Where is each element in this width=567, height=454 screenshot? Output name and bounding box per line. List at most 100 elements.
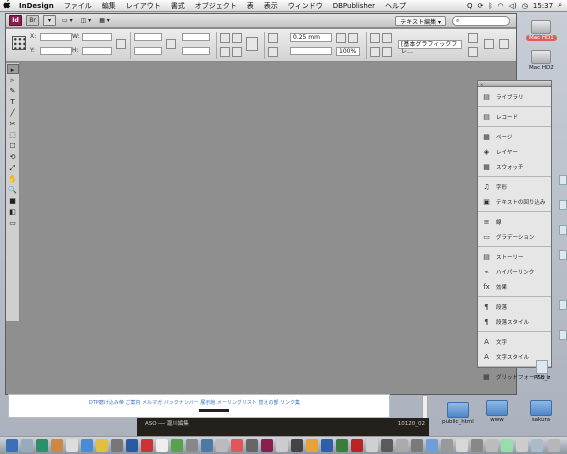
control-panel-menu-icon[interactable] — [499, 39, 509, 49]
screen-mode-tool[interactable]: ▭ — [7, 218, 19, 228]
panel-item-story[interactable]: ▤ ストーリー — [478, 249, 551, 264]
scale-y-field[interactable] — [134, 47, 162, 55]
menu-app-indesign[interactable]: InDesign — [14, 2, 59, 10]
finder-icon[interactable] — [6, 439, 18, 452]
quick-apply-icon[interactable] — [484, 39, 494, 49]
pen-tool[interactable]: ✎ — [7, 86, 19, 96]
flip-vertical-icon[interactable] — [232, 47, 242, 57]
rectangle-tool[interactable]: ☐ — [7, 141, 19, 151]
app-icon[interactable] — [51, 439, 63, 452]
app-icon[interactable] — [516, 439, 528, 452]
clear-overrides-icon[interactable] — [468, 47, 478, 57]
stroke-swatch-icon[interactable] — [268, 47, 278, 57]
panel-item-text-wrap[interactable]: ▣ テキストの回り込み — [478, 194, 551, 209]
menu-clock[interactable]: 15:37 — [533, 2, 553, 10]
stroke-weight-field[interactable]: 0.25 mm — [290, 33, 332, 42]
app-icon[interactable] — [486, 439, 498, 452]
constrain-scale-icon[interactable] — [166, 39, 176, 49]
apple-menu-icon[interactable] — [0, 0, 14, 12]
fill-stroke-tool[interactable]: ■ — [7, 196, 19, 206]
app-icon[interactable] — [381, 439, 393, 452]
fill-swatch-icon[interactable] — [268, 33, 278, 43]
fx-icon[interactable] — [348, 33, 358, 43]
shear-field[interactable] — [182, 47, 210, 55]
menu-dbpublisher[interactable]: DBPublisher — [328, 2, 380, 10]
app-icon[interactable] — [141, 439, 153, 452]
folder-www[interactable]: www — [486, 400, 508, 423]
panel-dock-header[interactable]: × — [478, 81, 551, 87]
center-content-icon[interactable] — [382, 47, 392, 57]
panel-item-effects[interactable]: fx 効果 — [478, 279, 551, 294]
rotate-field[interactable] — [182, 33, 210, 41]
indesign-dock-icon[interactable] — [261, 439, 273, 452]
frame-tool[interactable]: ⬚ — [7, 130, 19, 140]
illustrator-dock-icon[interactable] — [306, 439, 318, 452]
disk-mac-hd2[interactable]: Mac HD2 — [526, 50, 557, 71]
scissors-tool[interactable]: ✂ — [7, 119, 19, 129]
menu-type[interactable]: 書式 — [166, 1, 190, 11]
help-search-input[interactable]: ⌕ — [452, 16, 510, 26]
bluetooth-icon[interactable]: ᛒ — [488, 2, 492, 10]
app-icon[interactable] — [216, 439, 228, 452]
fitting-icon[interactable] — [370, 33, 380, 43]
menu-file[interactable]: ファイル — [59, 1, 97, 11]
desktop-edge-file-icon[interactable] — [559, 175, 567, 185]
app-icon[interactable] — [291, 439, 303, 452]
menu-help[interactable]: ヘルプ — [380, 1, 411, 11]
app-icon[interactable] — [246, 439, 258, 452]
object-style-dropdown[interactable]: [基本グラフィックフレ… — [398, 40, 462, 55]
app-icon[interactable] — [411, 439, 423, 452]
y-field[interactable] — [40, 47, 72, 55]
scale-x-field[interactable] — [134, 33, 162, 41]
flash-dock-icon[interactable] — [351, 439, 363, 452]
spotlight-icon[interactable]: Q — [467, 2, 473, 10]
panel-item-glyphs[interactable]: ♫ 字形 — [478, 179, 551, 194]
dashboard-icon[interactable] — [21, 439, 33, 452]
app-icon[interactable] — [366, 439, 378, 452]
screen-mode-dropdown[interactable]: ◫ ▾ — [79, 17, 94, 24]
zoom-tool[interactable]: 🔍 — [7, 185, 19, 195]
constrain-proportions-icon[interactable] — [116, 39, 126, 49]
app-icon[interactable] — [171, 439, 183, 452]
rotate-ccw-icon[interactable] — [232, 33, 242, 43]
gradient-tool[interactable]: ◧ — [7, 207, 19, 217]
desktop-edge-file-icon[interactable] — [559, 250, 567, 260]
app-icon[interactable] — [201, 439, 213, 452]
folder-public-html[interactable]: public_html — [442, 402, 474, 425]
panel-item-gradient[interactable]: ▭ グラデーション — [478, 229, 551, 244]
type-tool[interactable]: T — [7, 97, 19, 107]
photoshop-dock-icon[interactable] — [321, 439, 333, 452]
bridge-button[interactable]: Br — [26, 15, 39, 26]
app-icon[interactable] — [126, 439, 138, 452]
app-icon[interactable] — [441, 439, 453, 452]
background-browser-window[interactable]: DTP磨け込み帝 ご案内 メルマガ バックナンバー 展示館 メーリングリスト 替… — [8, 394, 390, 418]
panel-item-record[interactable]: ▤ レコード — [478, 109, 551, 124]
background-dark-window[interactable]: ASO ── 瀧川編集 10120_02 — [137, 418, 429, 436]
app-icon[interactable] — [66, 439, 78, 452]
app-icon[interactable] — [426, 439, 438, 452]
menu-view[interactable]: 表示 — [259, 1, 283, 11]
sync-icon[interactable]: ⟳ — [477, 2, 483, 10]
h-field[interactable] — [82, 47, 112, 55]
app-icon[interactable] — [501, 439, 513, 452]
hand-tool[interactable]: ✋ — [7, 174, 19, 184]
reference-point-icon[interactable] — [12, 36, 26, 50]
trash-icon[interactable] — [548, 439, 560, 452]
fit-content-icon[interactable] — [382, 33, 392, 43]
app-icon[interactable] — [456, 439, 468, 452]
app-icon[interactable] — [231, 439, 243, 452]
menu-window[interactable]: ウィンドウ — [283, 1, 328, 11]
line-tool[interactable]: ╱ — [7, 108, 19, 118]
app-icon[interactable] — [81, 439, 93, 452]
app-icon[interactable] — [471, 439, 483, 452]
selection-tool[interactable]: ▸ — [6, 64, 19, 74]
panel-item-paragraph[interactable]: ¶ 段落 — [478, 299, 551, 314]
stroke-type-dropdown[interactable] — [290, 47, 332, 55]
desktop-file-psb[interactable]: PSB_z — [534, 360, 550, 381]
menu-object[interactable]: オブジェクト — [190, 1, 242, 11]
arrange-documents-dropdown[interactable]: ▦ ▾ — [97, 17, 112, 24]
panel-close-icon[interactable]: × — [480, 82, 483, 87]
fit-frame-icon[interactable] — [370, 47, 380, 57]
object-style-icon[interactable] — [468, 33, 478, 43]
w-field[interactable] — [82, 33, 112, 41]
